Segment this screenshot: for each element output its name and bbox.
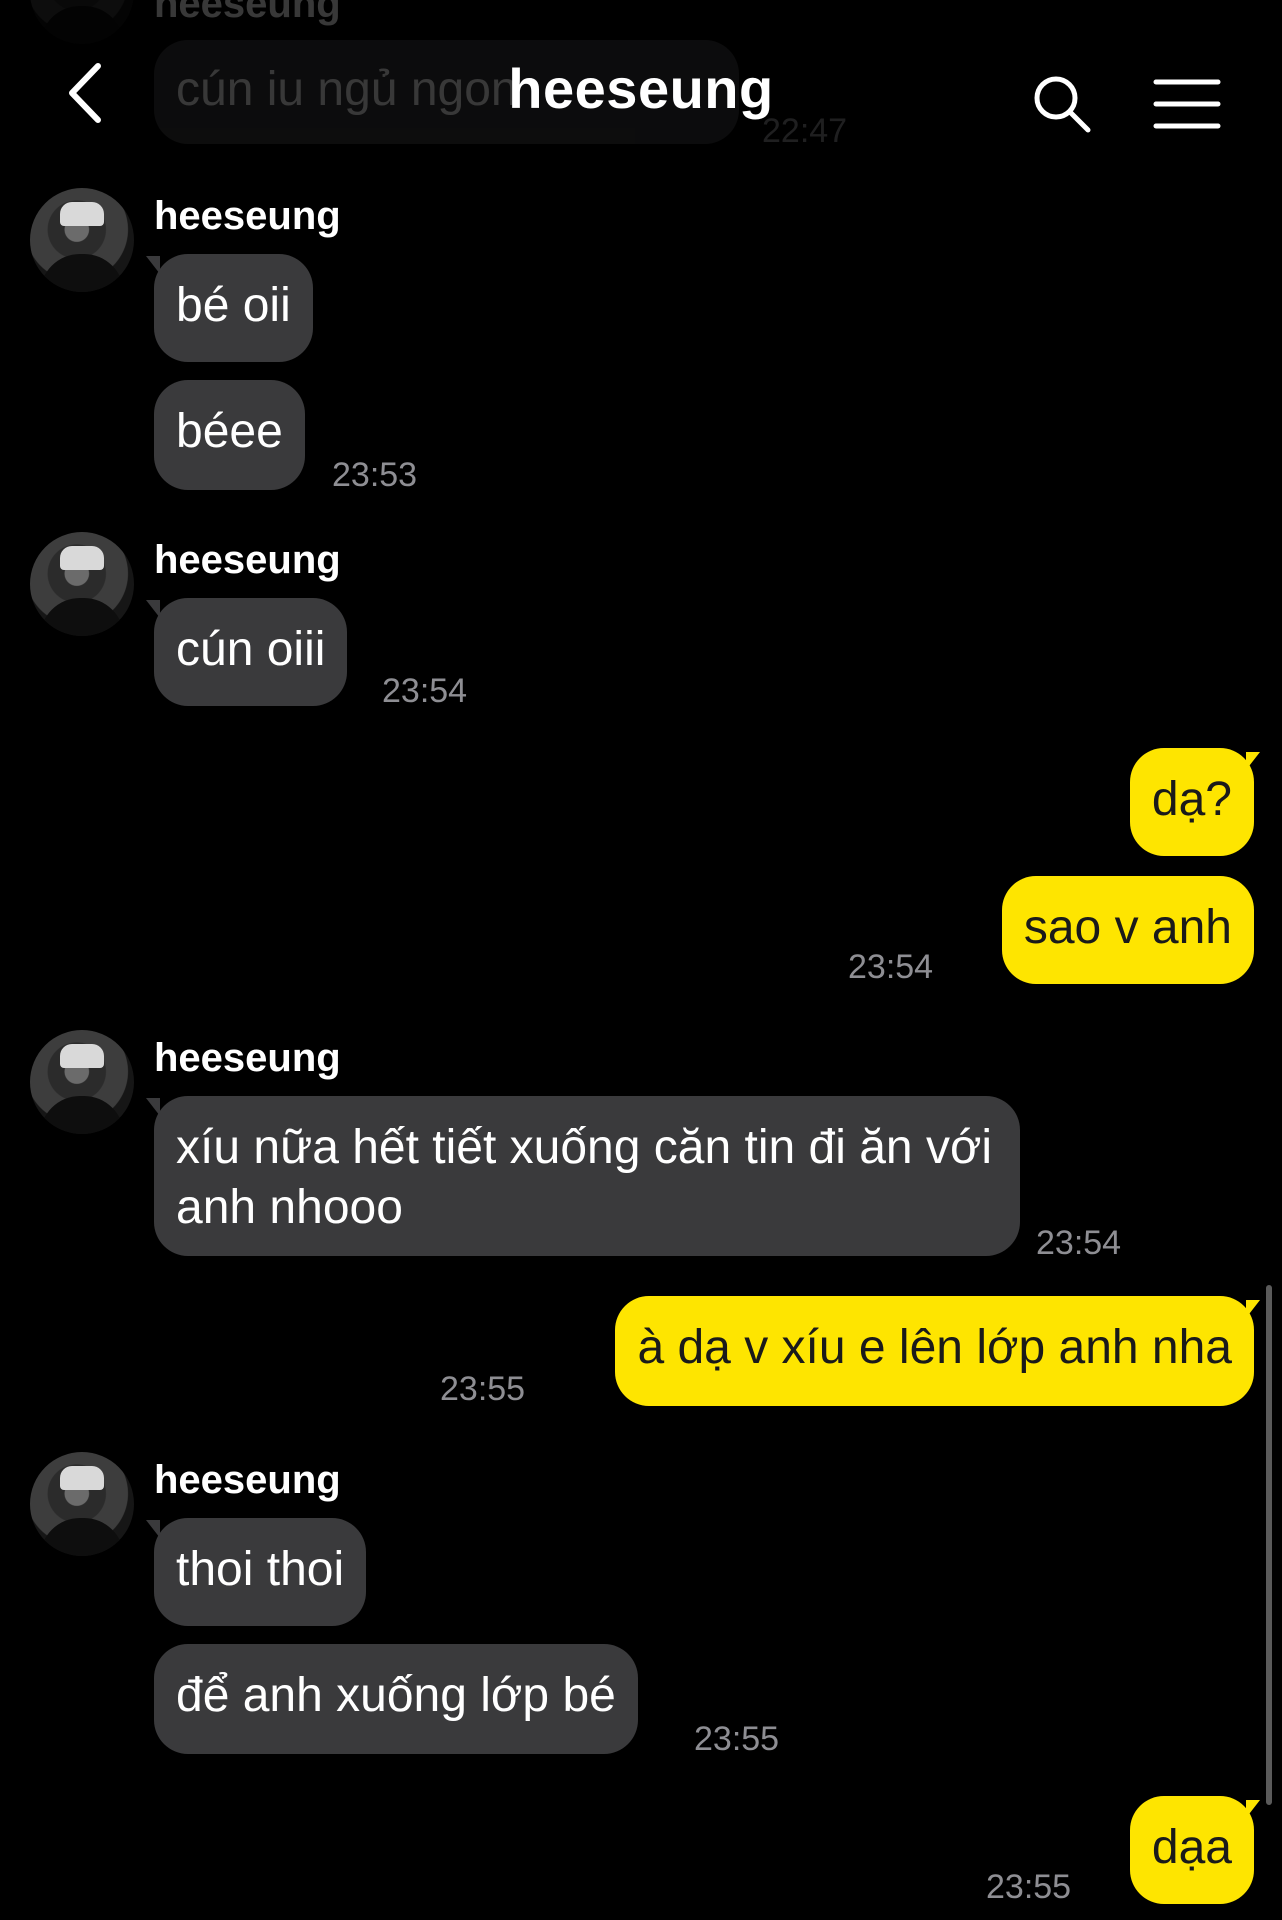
sender-name: heeseung [154, 1458, 341, 1502]
message-bubble[interactable]: xíu nữa hết tiết xuống căn tin đi ăn với… [154, 1096, 1020, 1256]
avatar[interactable] [30, 532, 134, 636]
sender-name: heeseung [154, 0, 341, 26]
menu-button[interactable] [1152, 76, 1222, 132]
avatar [30, 0, 134, 44]
avatar[interactable] [30, 1030, 134, 1134]
sender-name: heeseung [154, 194, 341, 238]
search-button[interactable] [1030, 72, 1094, 136]
scrollbar[interactable] [1266, 1285, 1272, 1805]
sender-name: heeseung [154, 538, 341, 582]
message-bubble[interactable]: sao v anh [1001, 876, 1254, 984]
message-time: 23:55 [440, 1370, 526, 1408]
hamburger-menu-icon [1153, 79, 1221, 129]
message-bubble[interactable]: dạ? [1129, 748, 1254, 856]
message-bubble[interactable]: dạa [1129, 1796, 1254, 1904]
avatar[interactable] [30, 188, 134, 292]
message-bubble[interactable]: bé oii [154, 254, 313, 362]
message-bubble[interactable]: béee [154, 380, 305, 490]
message-bubble[interactable]: thoi thoi [154, 1518, 367, 1626]
message-time: 23:54 [382, 672, 468, 710]
sender-name: heeseung [154, 1036, 341, 1080]
message-bubble[interactable]: à dạ v xíu e lên lớp anh nha [615, 1296, 1254, 1406]
chat-screen: heeseung cún iu ngủ ngon 22:47 heeseung [0, 0, 1282, 1920]
message-time: 23:55 [694, 1720, 780, 1758]
message-time: 23:55 [986, 1868, 1072, 1906]
chat-header: heeseung [0, 40, 1282, 150]
message-time: 23:54 [1036, 1224, 1122, 1262]
message-bubble[interactable]: cún oiii [154, 598, 348, 706]
message-bubble[interactable]: để anh xuống lớp bé [154, 1644, 638, 1754]
avatar[interactable] [30, 1452, 134, 1556]
message-time: 23:53 [332, 456, 418, 494]
search-icon [1034, 76, 1091, 133]
message-time: 23:54 [848, 948, 934, 986]
